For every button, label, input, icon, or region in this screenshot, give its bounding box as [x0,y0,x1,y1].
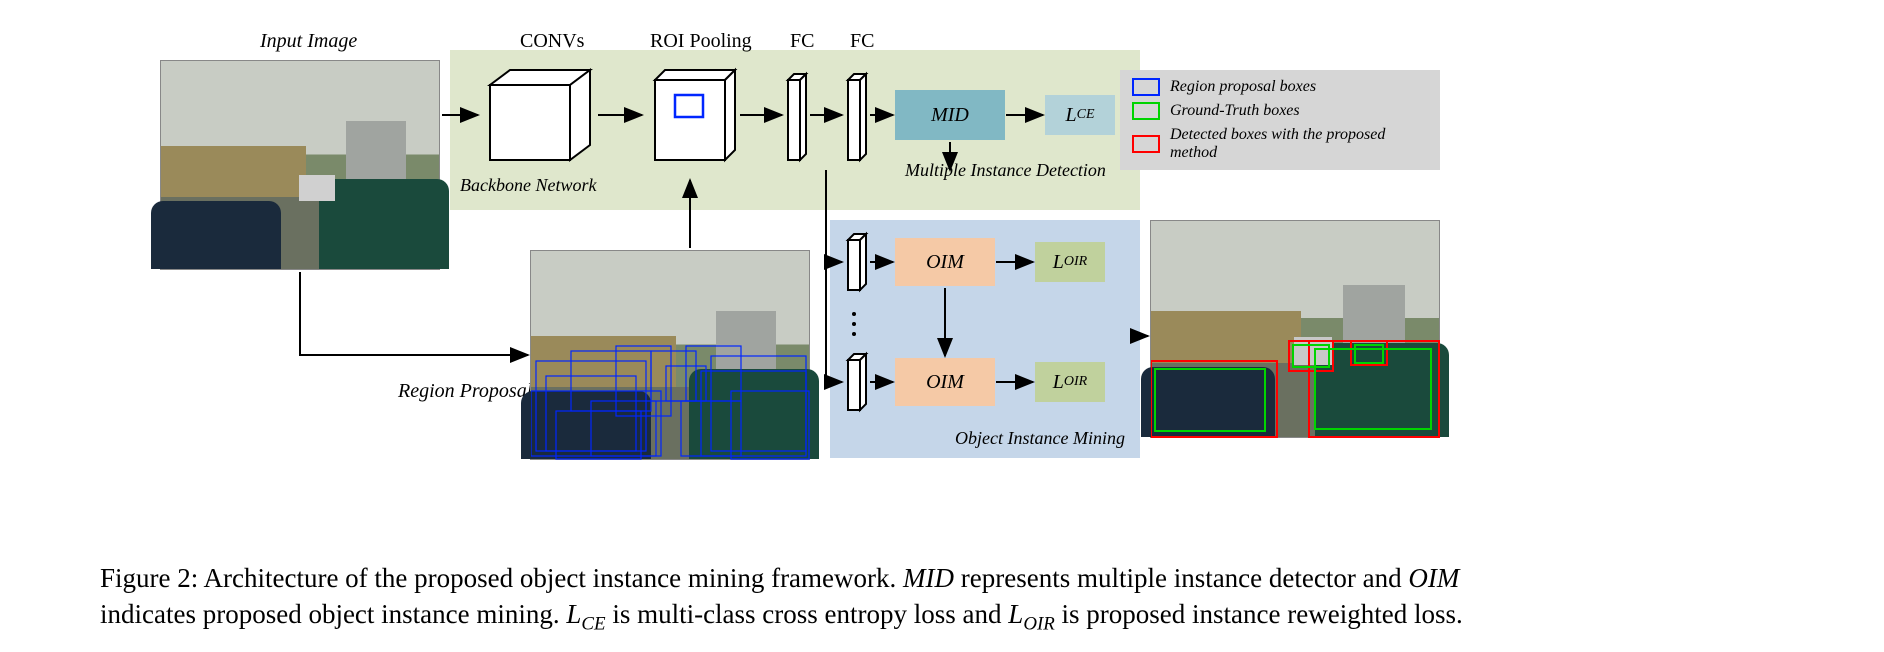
legend-item-gt: Ground-Truth boxes [1132,102,1428,120]
legend-box-icon [1132,78,1160,96]
legend-item-detected: Detected boxes with the proposed method [1132,126,1428,162]
figure-caption: Figure 2: Architecture of the proposed o… [100,560,1800,637]
architecture-diagram: Input Image CONVs ROI Pooling FC FC Back… [160,20,1780,520]
legend-text: Ground-Truth boxes [1170,102,1300,120]
legend-box-icon [1132,135,1160,153]
legend-text: Detected boxes with the proposed method [1170,126,1428,162]
legend: Region proposal boxes Ground-Truth boxes… [1120,70,1440,170]
legend-box-icon [1132,102,1160,120]
legend-item-proposal: Region proposal boxes [1132,78,1428,96]
legend-text: Region proposal boxes [1170,78,1316,96]
